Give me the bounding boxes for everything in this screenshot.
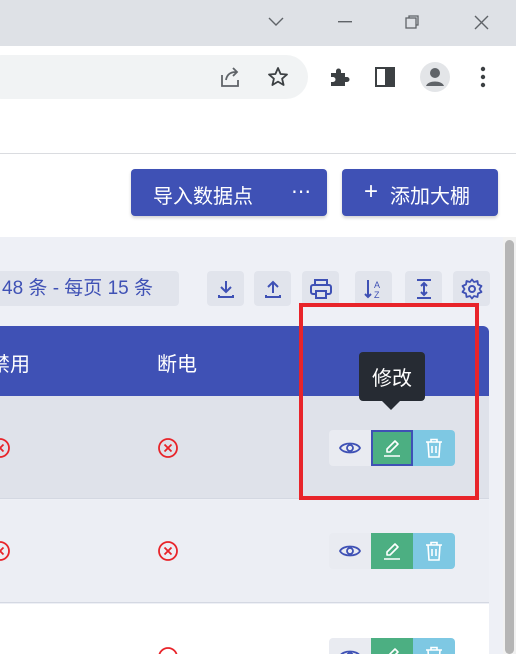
power-off-x-circle-icon (158, 541, 178, 561)
bookmark-star-icon[interactable] (262, 61, 294, 93)
upload-icon[interactable] (254, 271, 291, 306)
bookmarks-bar (0, 108, 516, 154)
import-button-label: 导入数据点 (153, 186, 253, 208)
eye-icon (339, 545, 361, 557)
highlight-annotation-box (299, 303, 479, 500)
delete-button[interactable] (413, 638, 455, 654)
sort-az-icon[interactable]: AZ (355, 271, 392, 306)
row-actions (329, 638, 455, 654)
download-icon[interactable] (207, 271, 244, 306)
profile-avatar-icon[interactable] (419, 61, 451, 93)
tab-search-chevron-down-icon[interactable] (261, 8, 291, 36)
pagination-info[interactable]: 48 条 - 每页 15 条 (0, 271, 179, 306)
share-icon[interactable] (214, 61, 246, 93)
plus-icon: + (364, 178, 379, 205)
view-button[interactable] (329, 533, 371, 569)
browser-menu-icon[interactable] (467, 61, 499, 93)
vertical-align-icon[interactable] (405, 271, 442, 306)
restore-icon[interactable] (397, 8, 427, 36)
import-data-points-button[interactable]: 导入数据点 ⋯ (131, 169, 327, 216)
import-more-icon[interactable]: ⋯ (291, 179, 311, 204)
close-window-icon[interactable] (466, 8, 496, 36)
column-header-power-off[interactable]: 断电 (157, 348, 197, 377)
browser-toolbar (0, 46, 516, 108)
pencil-icon (388, 648, 399, 654)
browser-title-bar (0, 0, 516, 46)
eye-icon (340, 650, 360, 654)
table-row[interactable] (0, 604, 489, 654)
row-actions (329, 533, 455, 569)
add-greenhouse-button[interactable]: + 添加大棚 (342, 169, 498, 216)
pencil-icon (384, 543, 400, 560)
extensions-puzzle-icon[interactable] (323, 61, 355, 93)
power-off-x-circle-icon (158, 438, 178, 458)
scrollbar-thumb[interactable] (505, 240, 514, 654)
disabled-x-circle-icon (0, 438, 10, 458)
view-button[interactable] (329, 638, 371, 654)
minimize-icon[interactable] (330, 8, 360, 36)
delete-button[interactable] (413, 533, 455, 569)
disabled-x-circle-icon (0, 541, 10, 561)
settings-gear-icon[interactable] (453, 271, 490, 306)
column-header-disabled[interactable]: 禁用 (0, 348, 30, 377)
edit-button[interactable] (371, 533, 413, 569)
svg-text:A: A (374, 280, 380, 290)
trash-icon (426, 646, 442, 654)
power-off-x-circle-icon (158, 647, 178, 654)
side-panel-icon[interactable] (369, 61, 401, 93)
svg-text:Z: Z (374, 290, 380, 300)
print-icon[interactable] (302, 271, 339, 306)
edit-button[interactable] (371, 638, 413, 654)
trash-icon (426, 541, 442, 561)
add-button-label: 添加大棚 (390, 186, 470, 208)
table-row[interactable] (0, 500, 489, 603)
